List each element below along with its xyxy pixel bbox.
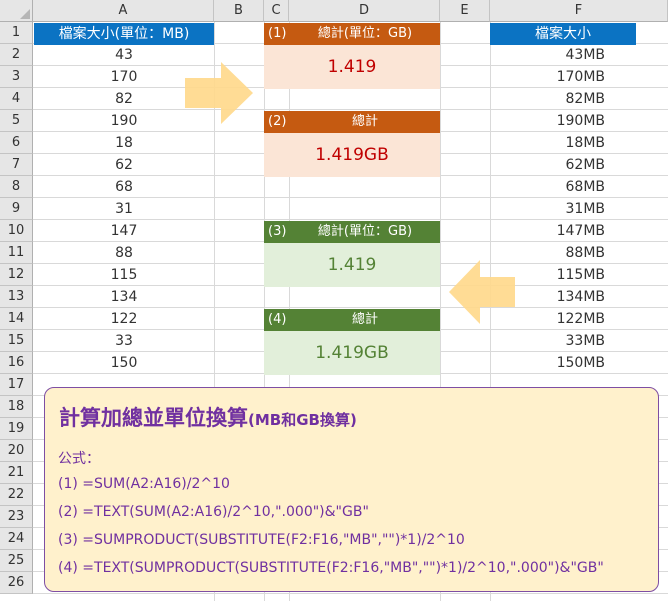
- column-header-d[interactable]: D: [289, 0, 440, 22]
- cell-f-value[interactable]: 147MB: [490, 220, 668, 242]
- row-header[interactable]: 26: [0, 572, 33, 594]
- cell-a-value[interactable]: 134: [34, 286, 214, 308]
- formula-note-box: 計算加總並單位換算(MB和GB換算) 公式： (1) =SUM(A2:A16)/…: [44, 387, 659, 592]
- row-header[interactable]: 1: [0, 22, 33, 44]
- cell-a-value[interactable]: 62: [34, 154, 214, 176]
- note-title-sub: (MB和GB換算): [248, 411, 357, 429]
- select-all-corner[interactable]: [0, 0, 33, 22]
- section-4-header[interactable]: (4) 總計: [264, 309, 440, 331]
- cell-f-value[interactable]: 68MB: [490, 176, 668, 198]
- row-header[interactable]: 13: [0, 286, 33, 308]
- row-header[interactable]: 16: [0, 352, 33, 374]
- section-3-result: 1.419: [327, 255, 377, 275]
- section-2-result-cell[interactable]: 1.419GB: [264, 133, 440, 177]
- cell-f-value[interactable]: 170MB: [490, 66, 668, 88]
- row-header[interactable]: 9: [0, 198, 33, 220]
- row-header[interactable]: 3: [0, 66, 33, 88]
- section-2-result: 1.419GB: [315, 145, 389, 165]
- row-header[interactable]: 23: [0, 506, 33, 528]
- cell-a-value[interactable]: 33: [34, 330, 214, 352]
- column-header-a[interactable]: A: [33, 0, 214, 22]
- row-header[interactable]: 5: [0, 110, 33, 132]
- row-header[interactable]: 14: [0, 308, 33, 330]
- formula-4: (4) =TEXT(SUMPRODUCT(SUBSTITUTE(F2:F16,"…: [58, 560, 604, 576]
- cell-a-value[interactable]: 31: [34, 198, 214, 220]
- section-3-header[interactable]: (3) 總計(單位：GB): [264, 221, 440, 243]
- section-4-result: 1.419GB: [315, 343, 389, 363]
- section-1-label: 總計(單位：GB): [317, 26, 413, 41]
- formula-2: (2) =TEXT(SUM(A2:A16)/2^10,".000")&"GB": [58, 504, 369, 520]
- row-header[interactable]: 12: [0, 264, 33, 286]
- section-3-tag: (3): [268, 224, 287, 239]
- cell-a-value[interactable]: 122: [34, 308, 214, 330]
- formula-1: (1) =SUM(A2:A16)/2^10: [58, 476, 230, 492]
- row-header[interactable]: 17: [0, 374, 33, 396]
- row-header[interactable]: 22: [0, 484, 33, 506]
- cell-f-value[interactable]: 18MB: [490, 132, 668, 154]
- left-arrow-icon: [449, 260, 515, 324]
- cell-f-value[interactable]: 190MB: [490, 110, 668, 132]
- cell-f-value[interactable]: 62MB: [490, 154, 668, 176]
- cell-f-value[interactable]: 43MB: [490, 44, 668, 66]
- section-4-label: 總計: [351, 312, 378, 327]
- column-header-f[interactable]: F: [490, 0, 668, 22]
- row-header[interactable]: 19: [0, 418, 33, 440]
- row-header[interactable]: 10: [0, 220, 33, 242]
- section-2-tag: (2): [268, 114, 287, 129]
- cell-a1-header[interactable]: 檔案大小(單位：MB): [34, 23, 214, 45]
- cell-f-value[interactable]: 82MB: [490, 88, 668, 110]
- cell-f-value[interactable]: 33MB: [490, 330, 668, 352]
- row-header[interactable]: 21: [0, 462, 33, 484]
- formula-3: (3) =SUMPRODUCT(SUBSTITUTE(F2:F16,"MB","…: [58, 532, 465, 548]
- note-title: 計算加總並單位換算(MB和GB換算): [59, 402, 357, 432]
- row-header[interactable]: 25: [0, 550, 33, 572]
- section-2-header[interactable]: (2) 總計: [264, 111, 440, 133]
- cell-a-value[interactable]: 68: [34, 176, 214, 198]
- section-1-header[interactable]: (1) 總計(單位：GB): [264, 23, 440, 45]
- cell-a-value[interactable]: 150: [34, 352, 214, 374]
- section-1-result: 1.419: [327, 57, 377, 77]
- cell-f-value[interactable]: 150MB: [490, 352, 668, 374]
- section-2-label: 總計: [351, 114, 378, 129]
- row-header[interactable]: 15: [0, 330, 33, 352]
- cell-a-value[interactable]: 115: [34, 264, 214, 286]
- row-header[interactable]: 8: [0, 176, 33, 198]
- row-header[interactable]: 4: [0, 88, 33, 110]
- cell-a-value[interactable]: 18: [34, 132, 214, 154]
- row-header[interactable]: 6: [0, 132, 33, 154]
- section-4-result-cell[interactable]: 1.419GB: [264, 331, 440, 375]
- row-header[interactable]: 2: [0, 44, 33, 66]
- column-header-e[interactable]: E: [440, 0, 490, 22]
- row-header[interactable]: 7: [0, 154, 33, 176]
- row-header[interactable]: 20: [0, 440, 33, 462]
- cell-f-value[interactable]: 31MB: [490, 198, 668, 220]
- note-title-main: 計算加總並單位換算: [59, 406, 248, 430]
- row-header[interactable]: 18: [0, 396, 33, 418]
- formula-label: 公式：: [58, 451, 100, 467]
- cell-a-value[interactable]: 147: [34, 220, 214, 242]
- section-3-result-cell[interactable]: 1.419: [264, 243, 440, 287]
- section-1-result-cell[interactable]: 1.419: [264, 45, 440, 89]
- column-header-c[interactable]: C: [264, 0, 289, 22]
- row-gridline: [33, 593, 668, 594]
- row-header[interactable]: 24: [0, 528, 33, 550]
- cell-a-value[interactable]: 88: [34, 242, 214, 264]
- right-arrow-icon: [185, 62, 253, 124]
- section-3-label: 總計(單位：GB): [317, 224, 413, 239]
- section-1-tag: (1): [268, 26, 287, 41]
- spreadsheet: A B C D E F 1 2 3 4 5 6 7 8 9 10 11 12 13 14 15 16 17 18 1…: [0, 0, 668, 601]
- row-header[interactable]: 11: [0, 242, 33, 264]
- cell-f1-header[interactable]: 檔案大小: [490, 23, 636, 45]
- column-header-b[interactable]: B: [214, 0, 264, 22]
- section-4-tag: (4): [268, 312, 287, 327]
